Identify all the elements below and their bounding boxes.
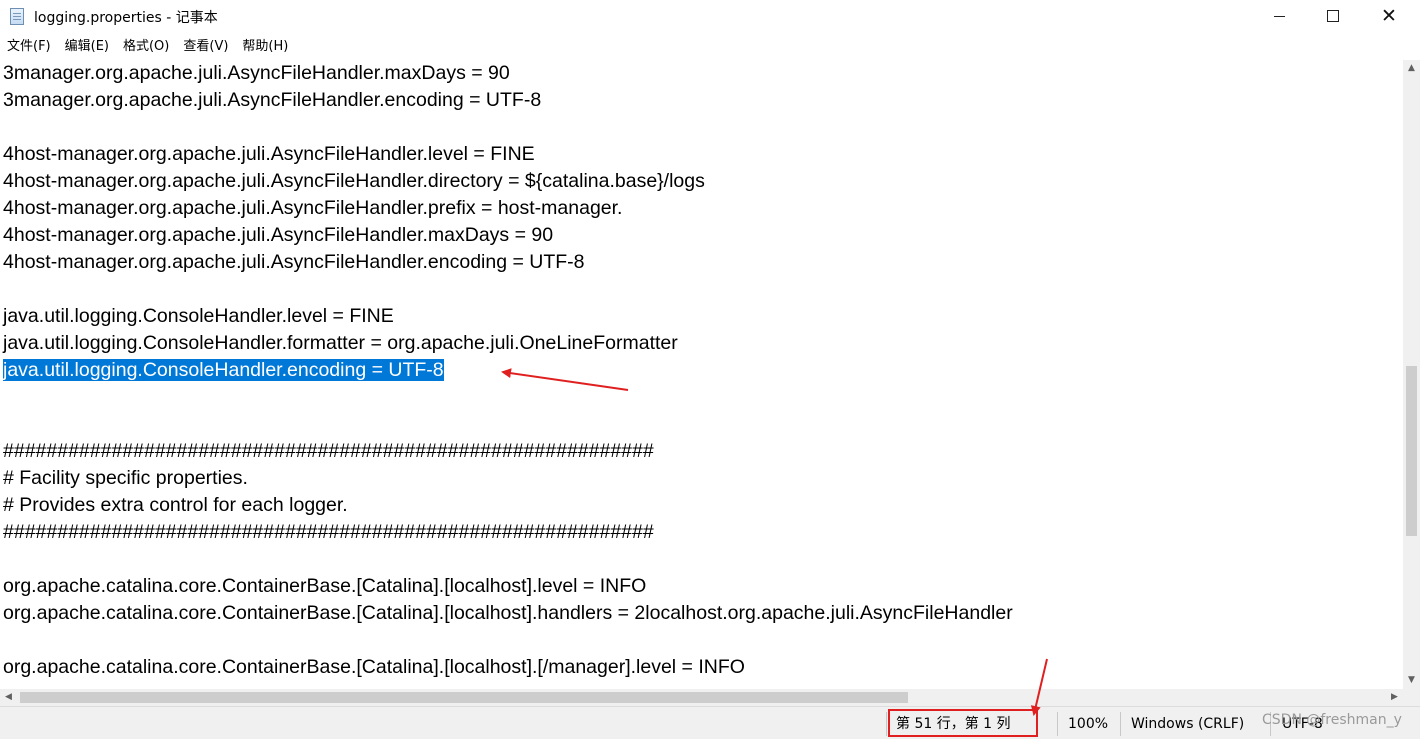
maximize-button[interactable] xyxy=(1310,0,1356,32)
editor-line-text: 4host-manager.org.apache.juli.AsyncFileH… xyxy=(3,251,585,273)
minimize-button[interactable] xyxy=(1256,0,1302,32)
zoom-level: 100% xyxy=(1068,716,1109,732)
status-separator xyxy=(1120,712,1121,736)
editor-line-text: 4host-manager.org.apache.juli.AsyncFileH… xyxy=(3,170,705,192)
status-separator xyxy=(886,712,887,736)
menu-edit[interactable]: 编辑(E) xyxy=(58,34,116,60)
editor-line-text: # Facility specific properties. xyxy=(3,467,248,489)
editor-line: java.util.logging.ConsoleHandler.formatt… xyxy=(3,330,678,357)
editor-line: ########################################… xyxy=(3,438,654,465)
horizontal-scrollbar[interactable]: ◀ ▶ xyxy=(0,689,1403,706)
title-bar: logging.properties - 记事本 ✕ xyxy=(0,0,1420,34)
status-bar: 第 51 行，第 1 列 100% Windows (CRLF) UTF-8 xyxy=(0,706,1420,739)
editor-line: org.apache.catalina.core.ContainerBase.[… xyxy=(3,600,1013,627)
editor-line: 4host-manager.org.apache.juli.AsyncFileH… xyxy=(3,222,553,249)
window-title: logging.properties - 记事本 xyxy=(34,10,218,26)
editor-line: org.apache.catalina.core.ContainerBase.[… xyxy=(3,573,646,600)
minimize-icon xyxy=(1273,15,1285,17)
scrollbar-corner xyxy=(1403,689,1420,706)
vertical-scroll-thumb[interactable] xyxy=(1406,366,1417,536)
editor-line: 4host-manager.org.apache.juli.AsyncFileH… xyxy=(3,195,622,222)
editor-line-text: org.apache.catalina.core.ContainerBase.[… xyxy=(3,656,745,678)
scroll-up-arrow-icon[interactable]: ▲ xyxy=(1403,60,1420,77)
editor-line-text: # Provides extra control for each logger… xyxy=(3,494,348,516)
editor-line: 4host-manager.org.apache.juli.AsyncFileH… xyxy=(3,168,705,195)
status-separator xyxy=(1057,712,1058,736)
editor-line-text: ########################################… xyxy=(3,521,654,543)
editor-line: 4host-manager.org.apache.juli.AsyncFileH… xyxy=(3,141,535,168)
editor-line-text: java.util.logging.ConsoleHandler.formatt… xyxy=(3,332,678,354)
scroll-right-arrow-icon[interactable]: ▶ xyxy=(1386,689,1403,706)
menu-file[interactable]: 文件(F) xyxy=(0,34,58,60)
notepad-app-icon xyxy=(10,8,24,25)
editor-line: 3manager.org.apache.juli.AsyncFileHandle… xyxy=(3,60,510,87)
maximize-icon xyxy=(1327,10,1339,22)
scroll-left-arrow-icon[interactable]: ◀ xyxy=(0,689,17,706)
editor-line-text: 4host-manager.org.apache.juli.AsyncFileH… xyxy=(3,197,623,219)
text-editor-area[interactable]: 3manager.org.apache.juli.AsyncFileHandle… xyxy=(0,60,1403,689)
menu-view[interactable]: 查看(V) xyxy=(176,34,235,60)
line-ending: Windows (CRLF) xyxy=(1131,716,1245,732)
selected-text: java.util.logging.ConsoleHandler.encodin… xyxy=(3,359,444,381)
editor-line: java.util.logging.ConsoleHandler.encodin… xyxy=(3,357,444,384)
horizontal-scroll-thumb[interactable] xyxy=(20,692,908,703)
editor-line-text: org.apache.catalina.core.ContainerBase.[… xyxy=(3,575,647,597)
vertical-scrollbar[interactable]: ▲ ▼ xyxy=(1403,60,1420,689)
menu-help[interactable]: 帮助(H) xyxy=(235,34,295,60)
editor-line-text: java.util.logging.ConsoleHandler.level =… xyxy=(3,305,394,327)
watermark: CSDN @freshman_y xyxy=(1262,712,1402,728)
editor-line: 4host-manager.org.apache.juli.AsyncFileH… xyxy=(3,249,585,276)
close-button[interactable]: ✕ xyxy=(1366,0,1412,32)
editor-line-text: 3manager.org.apache.juli.AsyncFileHandle… xyxy=(3,62,510,84)
editor-line-text: org.apache.catalina.core.ContainerBase.[… xyxy=(3,602,1013,624)
editor-line-text: 4host-manager.org.apache.juli.AsyncFileH… xyxy=(3,224,554,246)
editor-line: ########################################… xyxy=(3,519,654,546)
scroll-down-arrow-icon[interactable]: ▼ xyxy=(1403,672,1420,689)
close-icon: ✕ xyxy=(1381,4,1397,27)
menu-bar: 文件(F) 编辑(E) 格式(O) 查看(V) 帮助(H) xyxy=(0,34,1420,60)
editor-line-text: 3manager.org.apache.juli.AsyncFileHandle… xyxy=(3,89,542,111)
editor-line: # Facility specific properties. xyxy=(3,465,248,492)
editor-line: 3manager.org.apache.juli.AsyncFileHandle… xyxy=(3,87,541,114)
editor-line: # Provides extra control for each logger… xyxy=(3,492,348,519)
editor-line: java.util.logging.ConsoleHandler.level =… xyxy=(3,303,394,330)
annotation-highlight-box xyxy=(888,709,1038,737)
editor-line-text: 4host-manager.org.apache.juli.AsyncFileH… xyxy=(3,143,535,165)
editor-line: org.apache.catalina.core.ContainerBase.[… xyxy=(3,654,745,681)
menu-format[interactable]: 格式(O) xyxy=(116,34,176,60)
editor-line-text: ########################################… xyxy=(3,440,654,462)
